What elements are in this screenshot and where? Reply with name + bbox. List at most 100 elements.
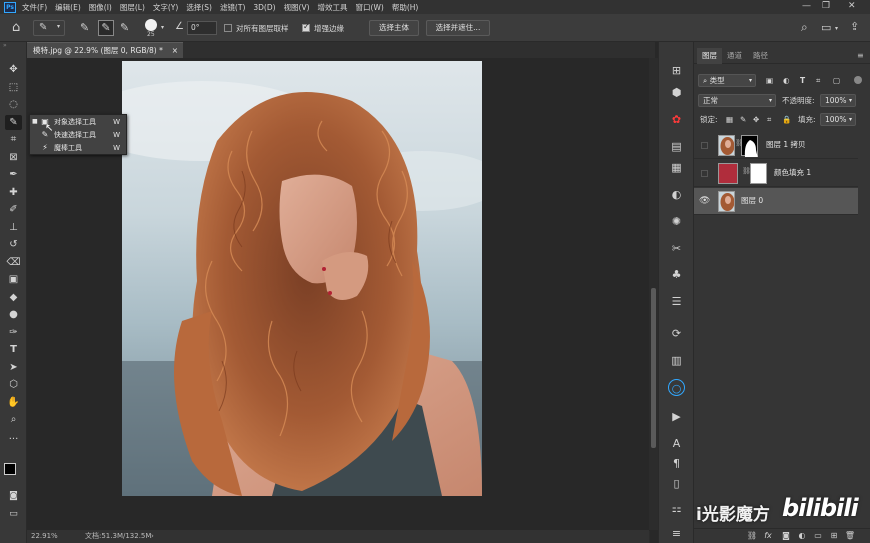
link-layers-icon[interactable]: ⛓ bbox=[746, 530, 758, 542]
photoshop-logo[interactable]: Ps bbox=[4, 1, 16, 13]
properties-icon[interactable]: ☰ bbox=[668, 293, 685, 310]
layer-row[interactable]: ⛓ 颜色填充 1 bbox=[694, 160, 858, 187]
menu-layer[interactable]: 图层(L) bbox=[120, 2, 145, 13]
menu-image[interactable]: 图像(I) bbox=[89, 2, 112, 13]
lock-all-icon[interactable]: 🔒 bbox=[782, 114, 791, 126]
vertical-scroll-thumb[interactable] bbox=[651, 288, 656, 448]
home-icon[interactable]: ⌂ bbox=[12, 20, 20, 35]
tool-preset-picker[interactable]: ✎ ▾ bbox=[33, 20, 65, 36]
add-to-selection-icon[interactable]: ✎ bbox=[98, 20, 114, 36]
histogram-icon[interactable]: ▥ bbox=[668, 352, 685, 369]
sample-all-layers-checkbox[interactable] bbox=[224, 24, 232, 32]
subtract-from-selection-icon[interactable]: ✎ bbox=[120, 21, 129, 34]
filter-type-icon[interactable]: T bbox=[800, 75, 805, 87]
eyedropper-tool-icon[interactable]: ✒ bbox=[5, 167, 22, 182]
search-icon[interactable]: ⌕ bbox=[801, 20, 808, 35]
close-icon[interactable]: ✕ bbox=[848, 1, 856, 11]
history-brush-tool-icon[interactable]: ↺ bbox=[5, 237, 22, 252]
dodge-tool-icon[interactable]: ● bbox=[5, 307, 22, 322]
chevron-right-icon[interactable]: › bbox=[151, 530, 154, 543]
filter-shape-icon[interactable]: ⌗ bbox=[816, 75, 820, 87]
select-subject-button[interactable]: 选择主体 bbox=[369, 20, 419, 36]
swatches-icon[interactable]: ▤ bbox=[668, 138, 685, 155]
menu-help[interactable]: 帮助(H) bbox=[392, 2, 419, 13]
filter-pixel-icon[interactable]: ▣ bbox=[766, 75, 773, 87]
document-tab[interactable]: 模特.jpg @ 22.9% (图层 0, RGB/8) * × bbox=[27, 42, 183, 58]
channels-icon[interactable]: ≡ bbox=[668, 525, 685, 542]
glyphs-icon[interactable]: ▯ bbox=[668, 475, 685, 492]
brush-tool-icon[interactable]: ✐ bbox=[5, 202, 22, 217]
menu-3d[interactable]: 3D(D) bbox=[253, 3, 275, 12]
add-mask-icon[interactable]: ◙ bbox=[780, 530, 792, 542]
blur-tool-icon[interactable]: ◆ bbox=[5, 290, 22, 305]
layer-visibility-toggle[interactable] bbox=[701, 170, 708, 177]
filter-toggle[interactable] bbox=[854, 76, 862, 84]
layer-mask-thumbnail[interactable] bbox=[750, 163, 767, 184]
lock-pixels-icon[interactable]: ✎ bbox=[740, 114, 746, 126]
menu-file[interactable]: 文件(F) bbox=[22, 2, 47, 13]
history-icon[interactable]: ⊞ bbox=[668, 62, 685, 79]
crop-tool-icon[interactable]: ⌗ bbox=[5, 132, 22, 147]
angle-input[interactable]: 0° bbox=[187, 21, 217, 35]
gradient-tool-icon[interactable]: ▣ bbox=[5, 272, 22, 287]
enhance-edge-checkbox[interactable] bbox=[302, 22, 310, 32]
zoom-tool-icon[interactable]: ⌕ bbox=[5, 412, 22, 427]
layer-name[interactable]: 图层 1 拷贝 bbox=[766, 139, 806, 150]
shape-tool-icon[interactable]: ⬡ bbox=[5, 377, 22, 392]
chevron-down-icon[interactable]: ▾ bbox=[161, 24, 164, 31]
filter-kind-select[interactable]: ⌕ 类型 ▾ bbox=[698, 74, 756, 87]
foreground-color-swatch[interactable] bbox=[4, 463, 16, 475]
screen-mode-icon[interactable]: ▭ bbox=[5, 507, 22, 522]
layer-name[interactable]: 图层 0 bbox=[741, 195, 763, 206]
play-icon[interactable]: ▶ bbox=[668, 408, 685, 425]
path-selection-tool-icon[interactable]: ➤ bbox=[5, 360, 22, 375]
menu-select[interactable]: 选择(S) bbox=[186, 2, 212, 13]
photo-canvas[interactable] bbox=[122, 61, 482, 496]
zoom-level[interactable]: 22.91% bbox=[31, 530, 58, 543]
menu-filter[interactable]: 滤镜(T) bbox=[220, 2, 245, 13]
eye-icon[interactable]: 👁 bbox=[699, 196, 710, 207]
patterns-icon[interactable]: ▦ bbox=[668, 159, 685, 176]
healing-brush-tool-icon[interactable]: ✚ bbox=[5, 185, 22, 200]
fill-input[interactable]: 100% ▾ bbox=[820, 113, 856, 126]
layer-name[interactable]: 颜色填充 1 bbox=[774, 167, 811, 178]
more-tools-icon[interactable]: ··· bbox=[5, 432, 22, 447]
actions-icon[interactable]: ⟳ bbox=[668, 325, 685, 342]
panel-menu-icon[interactable]: ≡ bbox=[857, 51, 864, 60]
opacity-input[interactable]: 100% ▾ bbox=[820, 94, 856, 107]
clone-source-icon[interactable]: ♣ bbox=[668, 266, 685, 283]
menu-window[interactable]: 窗口(W) bbox=[356, 2, 384, 13]
menu-type[interactable]: 文字(Y) bbox=[153, 2, 178, 13]
navigator-icon[interactable]: ○ bbox=[668, 379, 685, 396]
layer-comps-icon[interactable]: ⚏ bbox=[668, 500, 685, 517]
lock-transparent-icon[interactable]: ▦ bbox=[726, 114, 733, 126]
hand-tool-icon[interactable]: ✋ bbox=[5, 395, 22, 410]
tab-channels[interactable]: 通道 bbox=[722, 48, 747, 64]
menu-plugins[interactable]: 增效工具 bbox=[318, 2, 348, 13]
layer-row[interactable]: ⛓ 图层 1 拷贝 bbox=[694, 132, 858, 159]
frame-tool-icon[interactable]: ⊠ bbox=[5, 150, 22, 165]
quick-mask-icon[interactable]: ◙ bbox=[5, 489, 22, 504]
clone-stamp-tool-icon[interactable]: ⊥ bbox=[5, 220, 22, 235]
filter-smart-object-icon[interactable]: ▢ bbox=[833, 75, 840, 87]
blend-mode-select[interactable]: 正常 ▾ bbox=[698, 94, 776, 107]
lasso-tool-icon[interactable]: ◌ bbox=[5, 97, 22, 112]
layer-row[interactable]: 👁 图层 0 bbox=[694, 188, 858, 215]
lock-artboard-icon[interactable]: ⌗ bbox=[767, 114, 771, 126]
select-and-mask-button[interactable]: 选择并遮住... bbox=[426, 20, 490, 36]
tools-icon[interactable]: ✂ bbox=[668, 240, 685, 257]
paragraph-icon[interactable]: ¶ bbox=[668, 455, 685, 472]
marquee-tool-icon[interactable]: ⬚ bbox=[5, 80, 22, 95]
new-selection-icon[interactable]: ✎ bbox=[80, 21, 89, 34]
collapse-icon[interactable]: » bbox=[3, 42, 7, 49]
new-layer-icon[interactable]: ⊞ bbox=[828, 530, 840, 542]
adjustments-icon[interactable]: ◐ bbox=[668, 186, 685, 203]
delete-layer-icon[interactable]: 🗑 bbox=[844, 530, 856, 542]
close-tab-icon[interactable]: × bbox=[172, 43, 178, 58]
character-icon[interactable]: A bbox=[668, 435, 685, 452]
new-adjustment-icon[interactable]: ◐ bbox=[796, 530, 808, 542]
tab-layers[interactable]: 图层 bbox=[697, 48, 722, 64]
tab-paths[interactable]: 路径 bbox=[748, 48, 773, 64]
filter-adjustment-icon[interactable]: ◐ bbox=[783, 75, 790, 87]
pen-tool-icon[interactable]: ✑ bbox=[5, 325, 22, 340]
